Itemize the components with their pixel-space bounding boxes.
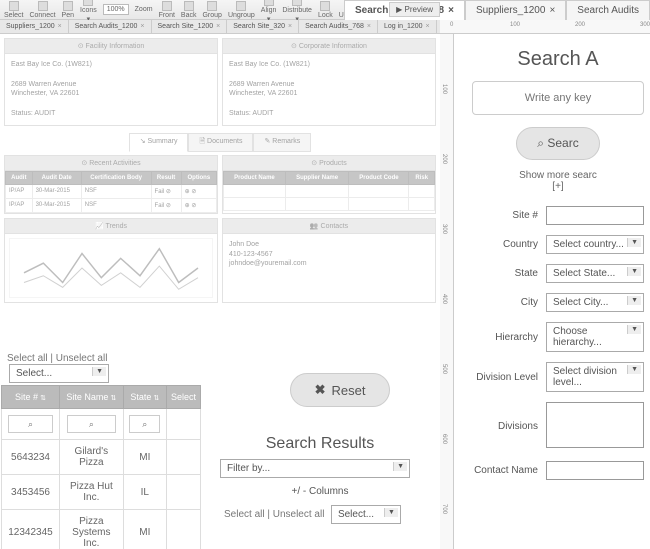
filter-site-name[interactable] bbox=[67, 415, 116, 433]
country-dropdown[interactable]: Select country... bbox=[546, 235, 644, 254]
search-results-panel: Search Results Filter by... +/ - Columns… bbox=[215, 424, 425, 529]
keyword-input[interactable] bbox=[472, 81, 644, 115]
tab-documents[interactable]: 🗎 Documents bbox=[188, 133, 253, 152]
columns-toggle[interactable]: +/ - Columns bbox=[220, 486, 420, 497]
search-icon: ⌕ bbox=[537, 136, 544, 150]
col-select[interactable]: Select bbox=[166, 386, 200, 409]
state-dropdown[interactable]: Select State... bbox=[546, 264, 644, 283]
search-results-title: Search Results bbox=[220, 435, 420, 453]
tab-remarks[interactable]: ✎ Remarks bbox=[253, 133, 311, 152]
tool-select[interactable]: Select bbox=[4, 1, 23, 19]
facility-card: ⊙ Facility Information East Bay Ice Co. … bbox=[4, 38, 218, 126]
city-label: City bbox=[472, 297, 546, 308]
file-tab-search-audits[interactable]: Search Audits bbox=[566, 0, 650, 20]
reset-panel: ✖Reset bbox=[260, 366, 420, 414]
show-more-link[interactable]: Show more searc[+] bbox=[472, 170, 644, 192]
table-row[interactable]: 12342345Pizza Systems Inc.MI bbox=[2, 510, 201, 549]
filter-site-no[interactable] bbox=[8, 415, 52, 433]
state-label: State bbox=[472, 268, 546, 279]
close-icon: ✖ bbox=[315, 382, 326, 398]
select-dropdown[interactable]: Select... bbox=[9, 364, 109, 383]
recent-activities-card: ⊙ Recent Activities AuditAudit DateCerti… bbox=[4, 155, 218, 214]
country-label: Country bbox=[472, 239, 546, 250]
doc-tab[interactable]: Search Audits_768× bbox=[299, 20, 378, 33]
hierarchy-label: Hierarchy bbox=[472, 332, 546, 343]
filter-state[interactable] bbox=[129, 415, 160, 433]
selection-controls: Select all | Unselect all Select... bbox=[0, 350, 220, 386]
preview-button[interactable]: ▶ Preview bbox=[389, 2, 440, 17]
site-label: Site # bbox=[472, 210, 546, 221]
select-all-link[interactable]: Select all bbox=[7, 353, 48, 364]
close-icon[interactable]: × bbox=[448, 5, 454, 16]
tool-back[interactable]: Back bbox=[181, 1, 197, 19]
results-table-panel: Site #⇅ Site Name⇅ State⇅ Select 5643234… bbox=[0, 384, 202, 549]
tool-zoom[interactable]: Zoom bbox=[135, 6, 153, 13]
canvas-area: ⊙ Facility Information East Bay Ice Co. … bbox=[0, 34, 440, 549]
divisions-label: Divisions bbox=[472, 421, 546, 432]
reset-button[interactable]: ✖Reset bbox=[290, 373, 391, 407]
col-site-no[interactable]: Site #⇅ bbox=[2, 386, 60, 409]
tool-pen[interactable]: Pen bbox=[62, 1, 74, 19]
filter-by-dropdown[interactable]: Filter by... bbox=[220, 459, 410, 478]
corporate-card: ⊙ Corporate Information East Bay Ice Co.… bbox=[222, 38, 436, 126]
tool-connect[interactable]: Connect bbox=[29, 1, 55, 19]
search-title: Search A bbox=[472, 48, 644, 71]
table-row[interactable]: 5643234Gilard's PizzaMI bbox=[2, 440, 201, 475]
products-card: ⊙ Products Product NameSupplier NameProd… bbox=[222, 155, 436, 214]
col-state[interactable]: State⇅ bbox=[123, 386, 166, 409]
doc-tab[interactable]: Log in_1200× bbox=[378, 20, 437, 33]
unselect-all-link[interactable]: Unselect all bbox=[56, 353, 108, 364]
division-level-dropdown[interactable]: Select division level... bbox=[546, 362, 644, 392]
wireframe-background: ⊙ Facility Information East Bay Ice Co. … bbox=[0, 34, 440, 359]
table-row[interactable]: 3453456Pizza Hut Inc.IL bbox=[2, 475, 201, 510]
unselect-all-link-2[interactable]: Unselect all bbox=[273, 509, 325, 520]
contact-label: Contact Name bbox=[472, 465, 546, 476]
tab-summary[interactable]: ↘ Summary bbox=[129, 133, 189, 152]
ruler-vertical: 100200300400500600700 bbox=[440, 34, 454, 549]
doc-tab[interactable]: Search Site_320× bbox=[227, 20, 299, 33]
divisions-textarea[interactable] bbox=[546, 402, 644, 448]
select-dropdown-2[interactable]: Select... bbox=[331, 505, 401, 524]
site-input[interactable] bbox=[546, 206, 644, 225]
select-all-link-2[interactable]: Select all bbox=[224, 509, 265, 520]
tool-group[interactable]: Group bbox=[202, 1, 221, 19]
contacts-card: 👥 Contacts John Doe 410-123-4567 johndoe… bbox=[222, 218, 436, 303]
tool-ungroup[interactable]: Ungroup bbox=[228, 1, 255, 19]
col-site-name[interactable]: Site Name⇅ bbox=[60, 386, 124, 409]
hierarchy-dropdown[interactable]: Choose hierarchy... bbox=[546, 322, 644, 352]
site-results-table: Site #⇅ Site Name⇅ State⇅ Select 5643234… bbox=[1, 385, 201, 549]
trends-card: 📈 Trends bbox=[4, 218, 218, 303]
search-form-panel: Search A ⌕ Searc Show more searc[+] Site… bbox=[454, 34, 650, 549]
ruler-horizontal: 0100200300 bbox=[440, 20, 650, 34]
doc-tab[interactable]: Suppliers_1200× bbox=[0, 20, 69, 33]
close-icon[interactable]: × bbox=[549, 5, 555, 16]
contact-input[interactable] bbox=[546, 461, 644, 480]
facility-header: ⊙ Facility Information bbox=[5, 39, 217, 54]
division-level-label: Division Level bbox=[472, 372, 546, 383]
zoom-level[interactable]: 100% bbox=[103, 4, 129, 15]
search-button[interactable]: ⌕ Searc bbox=[516, 127, 599, 160]
file-tab-suppliers-1200[interactable]: Suppliers_1200× bbox=[465, 0, 566, 20]
recent-table: AuditAudit DateCertification BodyResultO… bbox=[5, 171, 217, 213]
city-dropdown[interactable]: Select City... bbox=[546, 293, 644, 312]
tool-front[interactable]: Front bbox=[159, 1, 175, 19]
doc-tab[interactable]: Search Site_1200× bbox=[152, 20, 228, 33]
tool-lock[interactable]: Lock bbox=[318, 1, 333, 19]
corporate-header: ⊙ Corporate Information bbox=[223, 39, 435, 54]
doc-tab[interactable]: Search Audits_1200× bbox=[69, 20, 152, 33]
